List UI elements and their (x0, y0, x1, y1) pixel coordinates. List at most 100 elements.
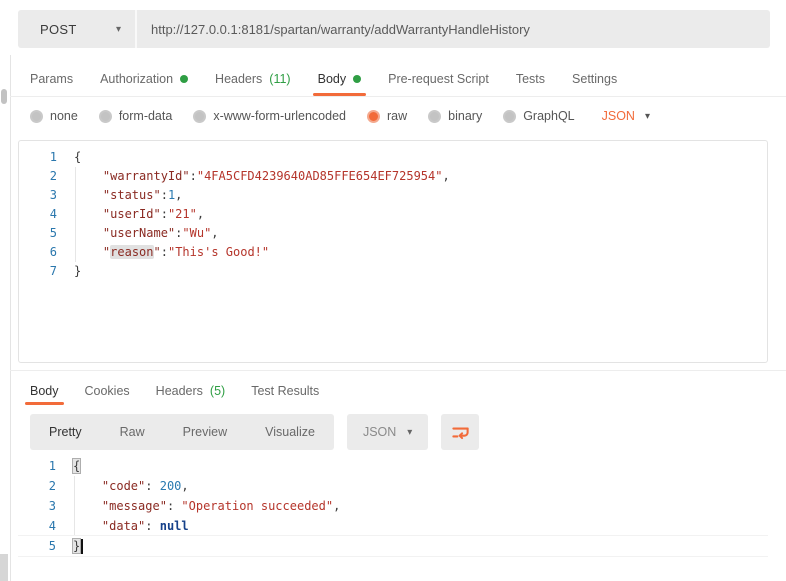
response-tab-body[interactable]: Body (30, 377, 59, 405)
view-mode-group: Pretty Raw Preview Visualize (30, 414, 334, 450)
tab-label: Headers (215, 72, 262, 86)
chevron-down-icon: ▾ (407, 427, 412, 438)
code-line: 2 "warrantyId":"4FA5CFD4239640AD85FFE654… (19, 167, 767, 186)
method-dropdown[interactable]: POST ▾ (18, 10, 135, 48)
radio-binary[interactable]: binary (428, 109, 482, 123)
code-line: 7 } (19, 262, 767, 281)
tab-tests[interactable]: Tests (516, 62, 545, 96)
request-tabs: Params Authorization Headers (11) Body P… (10, 62, 786, 97)
json-brace: { (74, 150, 81, 164)
code-line: 1 { (19, 148, 767, 167)
tab-label: Test Results (251, 384, 319, 398)
tab-headers[interactable]: Headers (11) (215, 62, 291, 96)
line-number: 6 (19, 243, 57, 262)
line-number: 7 (19, 262, 57, 281)
radio-icon (428, 110, 441, 123)
raw-language-select[interactable]: JSON ▾ (602, 109, 650, 123)
radio-graphql[interactable]: GraphQL (503, 109, 574, 123)
raw-language-label: JSON (602, 109, 635, 123)
response-language-select[interactable]: JSON ▾ (347, 414, 428, 450)
line-number: 5 (18, 536, 56, 556)
highlighted-word: reason (110, 245, 153, 259)
code-line: 4 "data": null (18, 516, 768, 536)
line-number: 3 (19, 186, 57, 205)
method-label: POST (40, 22, 77, 37)
json-key: "message" (102, 499, 167, 513)
json-key: "userId" (103, 207, 161, 221)
radio-icon (30, 110, 43, 123)
tab-label: Tests (516, 72, 545, 86)
line-number: 5 (19, 224, 57, 243)
response-language-label: JSON (363, 425, 396, 439)
json-string-value: "4FA5CFD4239640AD85FFE654EF725954" (197, 169, 443, 183)
code-line: 4 "userId":"21", (19, 205, 767, 224)
json-string-value: "Operation succeeded" (181, 499, 333, 513)
chevron-down-icon: ▾ (645, 111, 650, 122)
radio-raw[interactable]: raw (367, 109, 407, 123)
json-key: "warrantyId" (103, 169, 190, 183)
radio-icon (503, 110, 516, 123)
view-mode-visualize[interactable]: Visualize (246, 414, 334, 450)
matched-brace: { (73, 459, 80, 473)
tab-label: Params (30, 72, 73, 86)
tab-label: Body (30, 384, 59, 398)
response-section-divider (10, 370, 786, 371)
tab-label: Authorization (100, 72, 173, 86)
radio-form-data[interactable]: form-data (99, 109, 173, 123)
sidebar-bottom-scrollbar[interactable] (0, 554, 8, 581)
wrap-text-button[interactable] (441, 414, 479, 450)
radio-label: GraphQL (523, 109, 574, 123)
wrap-text-icon (451, 423, 470, 442)
json-key: "status" (103, 188, 161, 202)
tab-authorization[interactable]: Authorization (100, 62, 188, 96)
line-number: 3 (18, 496, 56, 516)
tab-label: Headers (156, 384, 203, 398)
response-tab-headers[interactable]: Headers (5) (156, 377, 226, 405)
url-input[interactable]: http://127.0.0.1:8181/spartan/warranty/a… (137, 10, 770, 48)
radio-none[interactable]: none (30, 109, 78, 123)
line-number: 1 (18, 456, 56, 476)
json-key: "code" (102, 479, 145, 493)
view-mode-pretty[interactable]: Pretty (30, 414, 101, 450)
code-line: 6 "reason":"This's Good!" (19, 243, 767, 262)
response-tab-test-results[interactable]: Test Results (251, 377, 319, 405)
text-cursor (81, 539, 83, 554)
code-line: 3 "message": "Operation succeeded", (18, 496, 768, 516)
code-line-with-cursor: 5 } (18, 536, 768, 556)
code-line: 1 { (18, 456, 768, 476)
line-number: 4 (18, 516, 56, 536)
line-number: 4 (19, 205, 57, 224)
tab-label: Settings (572, 72, 617, 86)
body-status-dot-icon (353, 75, 361, 83)
tab-params[interactable]: Params (30, 62, 73, 96)
line-number: 2 (19, 167, 57, 186)
tab-body[interactable]: Body (318, 62, 362, 96)
headers-count: (11) (269, 72, 290, 86)
radio-x-www-form-urlencoded[interactable]: x-www-form-urlencoded (193, 109, 346, 123)
tab-pre-request-script[interactable]: Pre-request Script (388, 62, 489, 96)
json-number-value: 200 (160, 479, 182, 493)
json-key: "data" (102, 519, 145, 533)
json-null-value: null (160, 519, 189, 533)
radio-label: raw (387, 109, 407, 123)
request-body-editor[interactable]: 1 { 2 "warrantyId":"4FA5CFD4239640AD85FF… (18, 140, 768, 363)
tab-settings[interactable]: Settings (572, 62, 617, 96)
line-number: 1 (19, 148, 57, 167)
radio-label: binary (448, 109, 482, 123)
authorization-status-dot-icon (180, 75, 188, 83)
line-number: 2 (18, 476, 56, 496)
tab-label: Cookies (85, 384, 130, 398)
response-body-viewer[interactable]: 1 { 2 "code": 200, 3 "message": "Operati… (18, 456, 768, 556)
body-type-row: none form-data x-www-form-urlencoded raw… (30, 104, 650, 128)
radio-label: x-www-form-urlencoded (213, 109, 346, 123)
response-headers-count: (5) (210, 384, 225, 398)
json-string-value: "Wu" (182, 226, 211, 240)
radio-icon (99, 110, 112, 123)
sidebar-scrollbar-thumb[interactable] (1, 89, 7, 104)
view-mode-preview[interactable]: Preview (164, 414, 246, 450)
view-mode-raw[interactable]: Raw (101, 414, 164, 450)
radio-icon (193, 110, 206, 123)
response-toolbar: Pretty Raw Preview Visualize JSON ▾ (30, 414, 479, 450)
response-tab-cookies[interactable]: Cookies (85, 377, 130, 405)
code-line: 5 "userName":"Wu", (19, 224, 767, 243)
